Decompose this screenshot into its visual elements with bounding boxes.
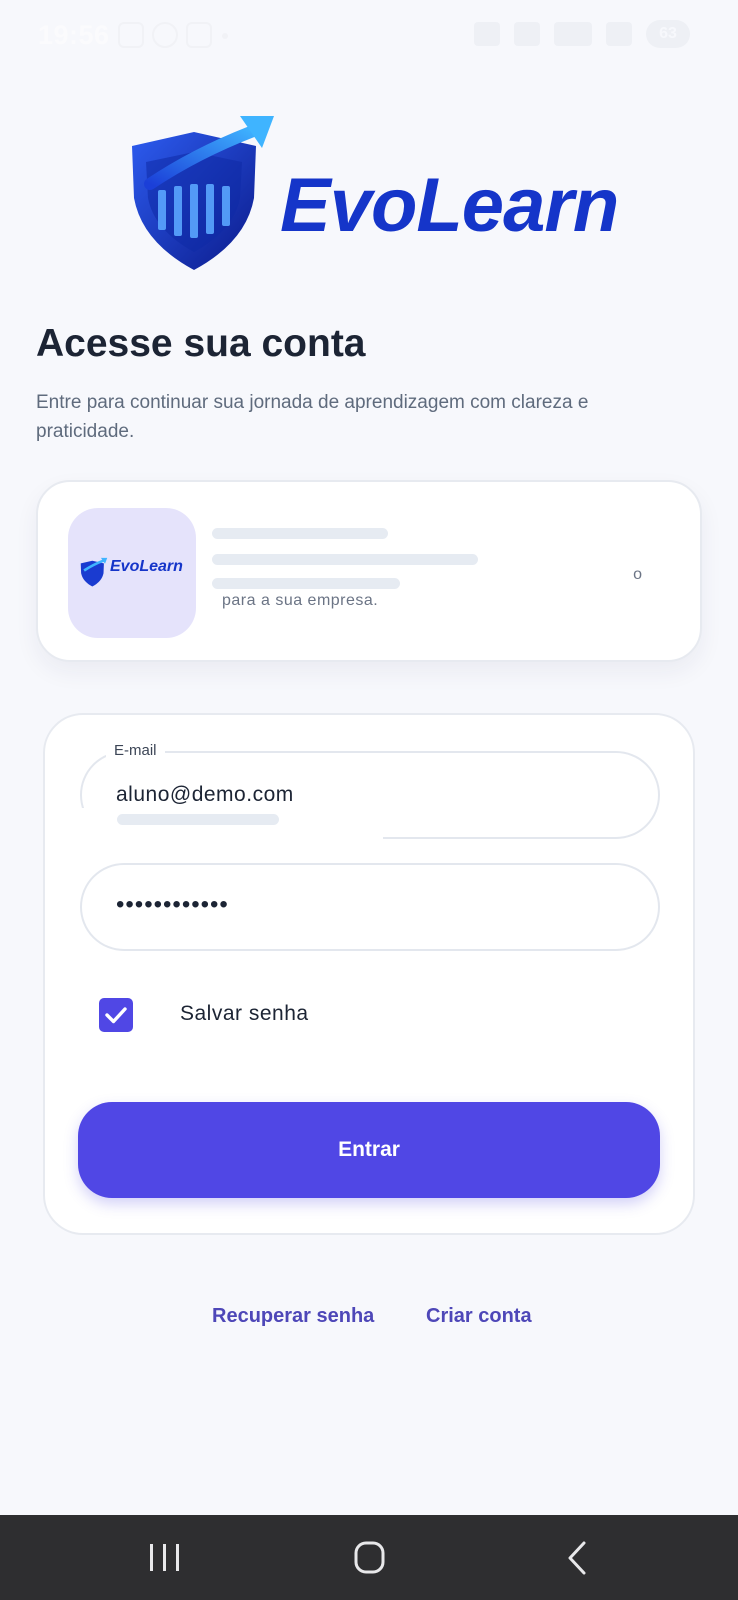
battery-indicator: 63 [646,20,690,48]
promo-thumbnail: EvoLearn [68,508,196,638]
overlay-skeleton [117,814,279,825]
create-account-link[interactable]: Criar conta [426,1305,532,1328]
system-nav-bar [0,1515,738,1600]
linkedin-notification-icon [186,22,212,48]
home-icon[interactable] [340,1533,400,1583]
status-time: 19:56 [38,20,110,50]
autofill-overlay [81,808,383,844]
email-label: E-mail [106,742,165,759]
thumb-wordmark: EvoLearn [110,558,183,575]
promo-text: para a sua empresa. [222,592,379,609]
promo-skeleton-line-2 [212,554,478,565]
mute-icon [474,22,500,46]
shield-arrow-icon [80,557,108,587]
wifi-icon [514,22,540,46]
brand-logo: EvoLearn [128,112,619,272]
thumb-logo: EvoLearn [80,556,188,588]
save-password-label[interactable]: Salvar senha [180,1002,309,1026]
signal-icon [554,22,592,46]
recent-apps-icon[interactable] [134,1533,194,1583]
save-password-checkbox[interactable] [99,998,133,1032]
promo-text-fragment: o [633,566,642,583]
password-field[interactable]: •••••••••••• [80,863,660,951]
whatsapp-notification-icon [152,22,178,48]
login-form: E-mail aluno@demo.com •••••••••••• Salva… [43,713,695,1235]
promo-card[interactable]: EvoLearn o para a sua empresa. [36,480,702,662]
login-button[interactable]: Entrar [78,1102,660,1198]
recover-password-link[interactable]: Recuperar senha [212,1305,374,1328]
check-icon [105,1007,127,1024]
more-notifications-icon [222,33,228,39]
email-value[interactable]: aluno@demo.com [116,783,294,807]
promo-skeleton-line-3 [212,578,400,589]
promo-skeleton-line-1 [212,528,388,539]
page-title: Acesse sua conta [36,322,366,365]
signal-icon-2 [606,22,632,46]
shield-arrow-icon [132,116,274,270]
back-icon[interactable] [546,1533,606,1583]
system-icons: 63 [474,20,690,48]
page-subtitle: Entre para continuar sua jornada de apre… [36,392,589,442]
brand-wordmark: EvoLearn [280,163,619,248]
status-bar: 19:56 63 [0,0,738,70]
password-value[interactable]: •••••••••••• [116,891,229,915]
gallery-notification-icon [118,22,144,48]
notification-icons [118,22,212,48]
